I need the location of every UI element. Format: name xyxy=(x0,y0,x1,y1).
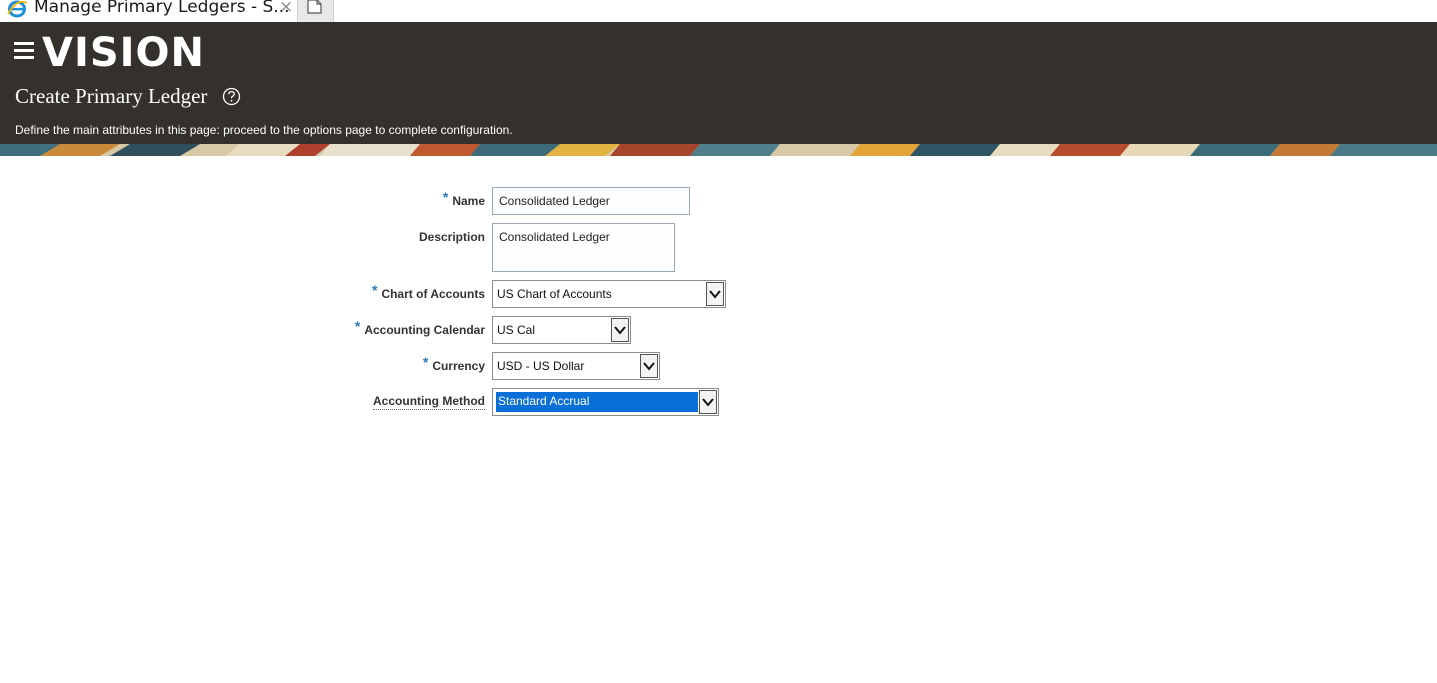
required-marker: * xyxy=(422,354,429,370)
chart-of-accounts-label: * Chart of Accounts xyxy=(340,282,485,301)
decorative-banner xyxy=(0,144,1437,156)
browser-tabstrip: Manage Primary Ledgers - S... × xyxy=(0,0,1437,22)
name-label: * Name xyxy=(400,189,485,208)
required-marker: * xyxy=(371,282,378,298)
close-tab-icon[interactable]: × xyxy=(279,0,293,17)
chart-of-accounts-label-text: Chart of Accounts xyxy=(381,287,485,301)
hamburger-icon[interactable] xyxy=(14,42,34,59)
required-marker: * xyxy=(354,318,361,334)
help-icon[interactable] xyxy=(222,87,241,106)
description-label: Description xyxy=(418,230,485,244)
currency-label-text: Currency xyxy=(432,359,485,373)
chevron-down-icon[interactable] xyxy=(611,318,629,342)
chevron-down-icon[interactable] xyxy=(706,282,724,306)
accounting-method-select[interactable]: Standard Accrual xyxy=(492,388,719,416)
accounting-calendar-value: US Cal xyxy=(497,323,536,337)
page-title: Create Primary Ledger xyxy=(15,84,208,108)
name-label-text: Name xyxy=(452,194,485,208)
accounting-method-label-text: Accounting Method xyxy=(373,394,485,410)
browser-tab[interactable]: Manage Primary Ledgers - S... × xyxy=(0,0,298,22)
currency-select[interactable]: USD - US Dollar xyxy=(492,352,660,380)
chevron-down-icon[interactable] xyxy=(699,390,717,414)
description-field[interactable]: Consolidated Ledger xyxy=(492,223,675,272)
currency-label: * Currency xyxy=(380,354,485,373)
chart-of-accounts-value: US Chart of Accounts xyxy=(497,287,612,301)
page-instructions: Define the main attributes in this page:… xyxy=(15,123,513,137)
ie-icon xyxy=(7,0,28,18)
currency-value: USD - US Dollar xyxy=(497,359,585,373)
chevron-down-icon[interactable] xyxy=(640,354,658,378)
accounting-calendar-label-text: Accounting Calendar xyxy=(364,323,485,337)
name-field[interactable]: Consolidated Ledger xyxy=(492,187,690,215)
accounting-calendar-label: * Accounting Calendar xyxy=(330,318,485,337)
accounting-calendar-select[interactable]: US Cal xyxy=(492,316,631,344)
tab-title: Manage Primary Ledgers - S... xyxy=(34,0,290,17)
new-tab-button[interactable] xyxy=(298,0,334,22)
svg-text:VISION: VISION xyxy=(42,30,202,74)
chart-of-accounts-select[interactable]: US Chart of Accounts xyxy=(492,280,726,308)
required-marker: * xyxy=(442,189,449,205)
accounting-method-label: Accounting Method xyxy=(360,394,485,410)
accounting-method-value: Standard Accrual xyxy=(498,394,590,408)
vision-logo[interactable]: VISION xyxy=(42,22,202,74)
app-header: VISION Create Primary Ledger Define the … xyxy=(0,22,1437,144)
new-tab-icon xyxy=(307,0,322,14)
